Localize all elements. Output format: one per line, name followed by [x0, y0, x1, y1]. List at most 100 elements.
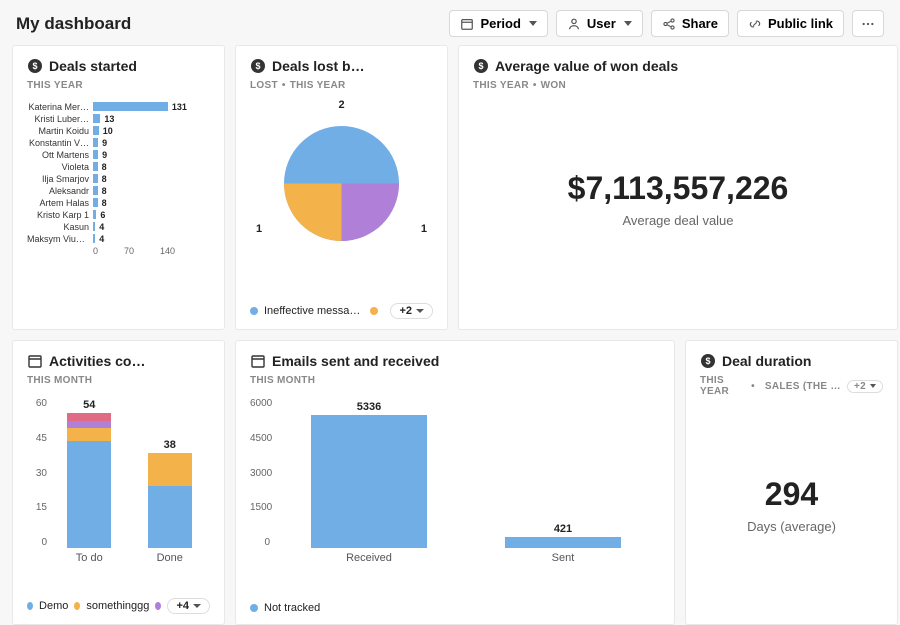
bar-value: 9 — [102, 138, 107, 148]
deals-started-chart: Katerina Mer…131Kristi Luber…13Martin Ko… — [27, 101, 210, 244]
calendar-icon — [27, 353, 43, 369]
chevron-down-icon — [529, 21, 537, 26]
bar-value: 10 — [103, 126, 113, 136]
slice-label: 2 — [338, 99, 344, 111]
bar-column: 54 — [49, 413, 130, 548]
public-link-button[interactable]: Public link — [737, 10, 844, 37]
bar-label: Artem Halas — [27, 198, 89, 208]
chevron-down-icon — [416, 309, 424, 313]
share-button[interactable]: Share — [651, 10, 729, 37]
bar-value: 13 — [104, 114, 114, 124]
bar — [93, 114, 100, 123]
card-subtitle: THIS YEAR — [27, 80, 210, 91]
bar-segment — [67, 413, 111, 421]
share-icon — [662, 17, 676, 31]
bar-segment — [67, 428, 111, 441]
bar-column: 38 — [130, 453, 211, 548]
bar-segment — [148, 453, 192, 486]
bar-segment — [67, 441, 111, 549]
bar — [311, 415, 427, 548]
legend-swatch — [155, 602, 161, 610]
legend-more-pill[interactable]: +2 — [390, 303, 433, 319]
x-label: Received — [272, 552, 466, 564]
bar-label: Aleksandr — [27, 186, 89, 196]
bar — [93, 198, 98, 207]
subtitle-more-pill[interactable]: +2 — [847, 380, 883, 393]
bar-value: 131 — [172, 102, 187, 112]
bar-row: Kristo Karp 16 — [27, 209, 210, 220]
card-deals-started[interactable]: $ Deals started THIS YEAR Katerina Mer…1… — [12, 45, 225, 330]
share-label: Share — [682, 16, 718, 31]
user-icon — [567, 17, 581, 31]
card-emails[interactable]: Emails sent and received THIS MONTH 6000… — [235, 340, 675, 625]
slice-label: 1 — [256, 223, 262, 235]
bar — [93, 186, 98, 195]
x-axis: To doDone — [49, 552, 210, 564]
more-button[interactable] — [852, 10, 884, 37]
user-label: User — [587, 16, 616, 31]
bar-row: Ilja Smarjov8 — [27, 173, 210, 184]
x-axis: ReceivedSent — [272, 552, 660, 564]
bar-value: 6 — [100, 210, 105, 220]
svg-text:$: $ — [255, 61, 260, 71]
bar-value: 38 — [164, 439, 176, 451]
card-deals-lost[interactable]: $ Deals lost b… LOST•THIS YEAR 2 1 1 Ine… — [235, 45, 448, 330]
dollar-icon: $ — [700, 353, 716, 369]
bar-value: 8 — [102, 198, 107, 208]
bar-segment — [67, 421, 111, 429]
card-title: Activities co… — [27, 353, 210, 369]
bar — [93, 126, 99, 135]
legend-swatch — [250, 307, 258, 315]
legend-label: somethinggg — [86, 600, 149, 612]
bar-value: 8 — [102, 162, 107, 172]
card-deal-duration[interactable]: $ Deal duration THIS YEAR• SALES (THE MA… — [685, 340, 898, 625]
period-button[interactable]: Period — [449, 10, 547, 37]
legend-swatch — [74, 602, 80, 610]
slice-label: 1 — [421, 223, 427, 235]
user-button[interactable]: User — [556, 10, 643, 37]
card-title: Emails sent and received — [250, 353, 660, 369]
bar-label: Martin Koidu — [27, 126, 89, 136]
bar-row: Aleksandr8 — [27, 185, 210, 196]
bar — [93, 222, 95, 231]
card-subtitle: THIS MONTH — [27, 375, 210, 386]
card-activities[interactable]: Activities co… THIS MONTH 60 45 30 15 0 … — [12, 340, 225, 625]
chevron-down-icon — [624, 21, 632, 26]
legend-label: Ineffective messaging — [264, 305, 364, 317]
bar-value: 54 — [83, 399, 95, 411]
x-axis: 0 70 140 — [93, 246, 210, 256]
dollar-icon: $ — [473, 58, 489, 74]
x-label: To do — [49, 552, 130, 564]
more-icon — [861, 17, 875, 31]
calendar-icon — [250, 353, 266, 369]
bar-row: Ott Martens 9 — [27, 149, 210, 160]
bar-stack — [67, 413, 111, 548]
legend: Not tracked — [250, 602, 660, 614]
bar-label: Katerina Mer… — [27, 102, 89, 112]
bar-row: Violeta8 — [27, 161, 210, 172]
bar — [93, 210, 96, 219]
card-title: $ Deal duration — [700, 353, 883, 369]
bar — [505, 537, 621, 548]
link-icon — [748, 17, 762, 31]
card-avg-value[interactable]: $ Average value of won deals THIS YEAR•W… — [458, 45, 898, 330]
chevron-down-icon — [870, 384, 876, 388]
bar-row: Maksym Viushkin4 — [27, 233, 210, 244]
topbar: My dashboard Period User Share Public li… — [0, 0, 900, 45]
bar-segment — [148, 486, 192, 549]
card-subtitle: THIS YEAR•WON — [473, 80, 883, 91]
legend-more-pill[interactable]: +4 — [167, 598, 210, 614]
bar-column: 421 — [466, 537, 660, 548]
value-caption: Days (average) — [747, 519, 836, 534]
topbar-actions: Period User Share Public link — [449, 10, 884, 37]
card-subtitle: LOST•THIS YEAR — [250, 80, 433, 91]
legend-swatch — [370, 307, 378, 315]
bar — [93, 234, 95, 243]
bar-label: Ott Martens — [27, 150, 89, 160]
big-value: 294 Days (average) — [700, 405, 883, 605]
bar — [93, 138, 98, 147]
page-title: My dashboard — [16, 14, 131, 34]
calendar-icon — [460, 17, 474, 31]
bar-value: 9 — [102, 150, 107, 160]
bar-label: Kasun — [27, 222, 89, 232]
